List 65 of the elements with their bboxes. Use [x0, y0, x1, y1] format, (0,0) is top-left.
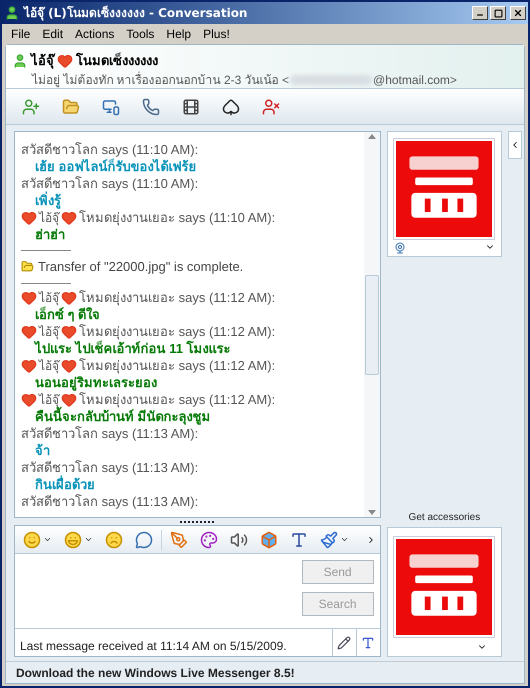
- heart-icon: [21, 392, 37, 408]
- heart-icon: [61, 210, 77, 226]
- contact-status: ไม่อยู่ ไม่ต้องทัก หาเรื่องออกนอกบ้าน 2-3 วันเน้อ <: [32, 70, 290, 88]
- sender-name: ไอ้จุ๊: [39, 324, 59, 340]
- heart-icon: [57, 52, 73, 69]
- pencil-icon: [337, 636, 352, 650]
- heart-icon: [61, 290, 77, 306]
- message-text: คืนนี้จะกลับบ้านท์ มีนัดกะลุงชูม: [34, 408, 211, 426]
- contact-name: ไอ้จุ๊: [31, 52, 54, 70]
- message-text: เฮ้ย ออฟไลน์ก็รับของได้เฟร้ย: [34, 158, 198, 176]
- sender-line: สวัสดีชาวโลก says (11:10 AM):: [21, 176, 200, 192]
- heart-icon: [21, 324, 37, 340]
- menu-item[interactable]: Help: [160, 25, 198, 43]
- sender-line: โหมดยุ่งงานเยอะ says (11:10 AM):: [79, 210, 276, 226]
- scrollbar[interactable]: [364, 132, 380, 517]
- minimize-button[interactable]: [472, 6, 488, 20]
- sender-name: ไอ้จุ๊: [39, 392, 59, 407]
- font-icon: [361, 636, 376, 650]
- transfer-notice: Transfer of "22000.jpg" is complete.: [38, 258, 244, 276]
- sender-line: สวัสดีชาวโลก says (11:13 AM):: [21, 460, 200, 476]
- scroll-up-icon[interactable]: [368, 134, 376, 139]
- upgrade-message: Download the new Windows Live Messenger 8.5!: [16, 664, 295, 682]
- message-text: ฮ่าฮ่า: [34, 226, 66, 244]
- menu-item[interactable]: Edit: [36, 25, 70, 43]
- sender-name: ไอ้จุ๊: [39, 210, 59, 226]
- maximize-button[interactable]: [490, 6, 506, 20]
- sender-line: สวัสดีชาวโลก says (11:13 AM):: [21, 426, 200, 442]
- folder-icon: [21, 260, 34, 274]
- sender-line: สวัสดีชาวโลก says (11:13 AM):: [21, 494, 200, 510]
- heart-icon: [61, 358, 77, 374]
- close-icon: [513, 8, 523, 18]
- heart-icon: [21, 358, 37, 374]
- menu-item[interactable]: File: [5, 25, 36, 43]
- sender-line: สวัสดีชาวโลก says (11:10 AM):: [21, 142, 200, 158]
- contact-status-icon: [12, 52, 28, 69]
- sender-line: โหมดยุ่งงานเยอะ says (11:12 AM):: [79, 358, 276, 374]
- heart-icon: [61, 392, 77, 408]
- menu-item[interactable]: Tools: [120, 25, 160, 43]
- message-text: กินเผื่อด้วย: [34, 476, 96, 494]
- contact-email: @hotmail.com>: [373, 72, 457, 88]
- window-title: ไอ้จุ๊ (L)โนมดเซ็งงงงงง - Conversation: [24, 4, 248, 22]
- menu-item[interactable]: Actions: [69, 25, 120, 43]
- heart-icon: [61, 324, 77, 340]
- scroll-thumb[interactable]: [364, 274, 379, 374]
- sender-line: โหมดยุ่งงานเยอะ says (11:12 AM):: [79, 290, 276, 306]
- get-accessories-link[interactable]: Get accessories: [386, 510, 502, 525]
- message-text: จ้า: [34, 442, 51, 460]
- sender-name: ไอ้จุ๊: [39, 290, 59, 306]
- heart-icon: [21, 290, 37, 306]
- app-icon: [4, 5, 20, 21]
- contact-name: โนมดเซ็งงงงงง: [76, 52, 158, 70]
- sender-line: โหมดยุ่งงานเยอะ says (11:12 AM):: [79, 324, 276, 340]
- close-button[interactable]: [510, 6, 526, 20]
- maximize-icon: [494, 8, 502, 18]
- status-message: Last message received at 11:14 AM on 5/15/2009.: [19, 638, 288, 655]
- message-text: เอ็กซ์ ๆ ดีใจ: [34, 306, 100, 324]
- menu-item[interactable]: Plus!: [197, 25, 236, 43]
- sender-name: ไอ้จุ๊: [39, 358, 59, 374]
- webcam-icon[interactable]: [394, 242, 406, 254]
- heart-icon: [21, 210, 37, 226]
- message-text: ไปแระ ไปเช็คเอ้าท์ก่อน 11 โมงแระ: [32, 340, 232, 358]
- message-text: นอนอยู่ริมทะเลระยอง: [34, 374, 158, 392]
- scroll-down-icon[interactable]: [368, 510, 376, 515]
- sender-line: โหมดยุ่งงานเยอะ says (11:12 AM):: [79, 392, 276, 408]
- message-text: เพิ่งรู้: [34, 192, 62, 210]
